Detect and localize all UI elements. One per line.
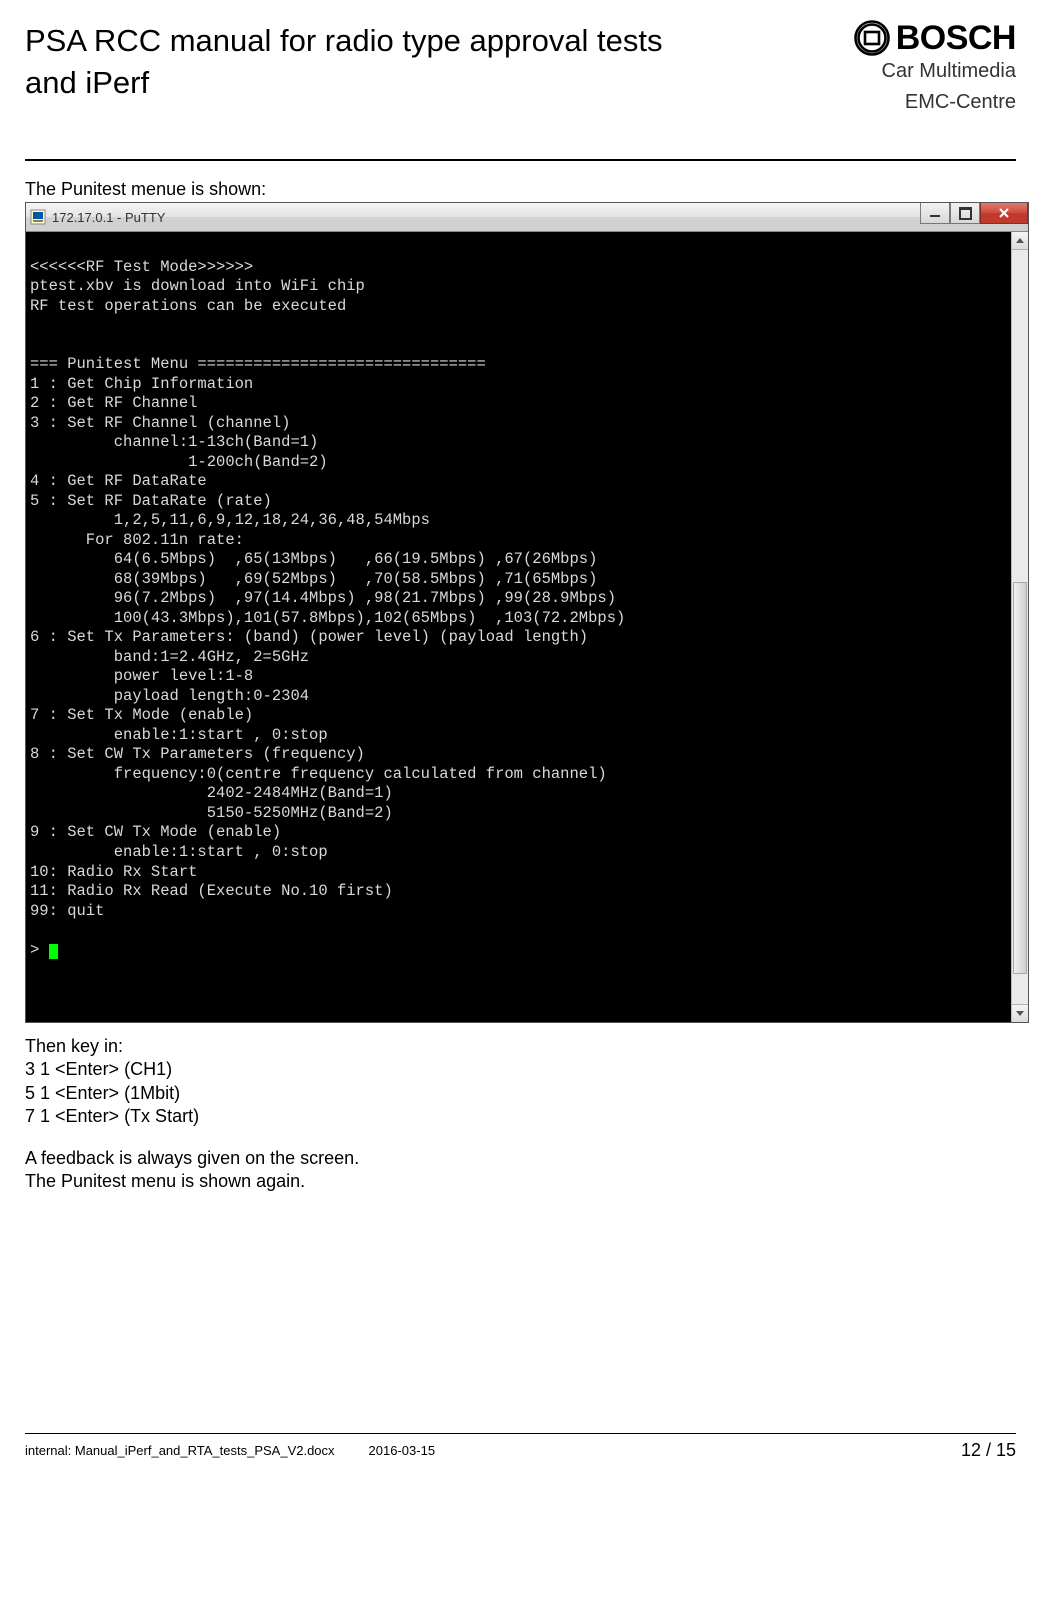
footer-date: 2016-03-15: [369, 1443, 436, 1458]
terminal-cursor: [49, 944, 58, 959]
terminal-output[interactable]: <<<<<<RF Test Mode>>>>>> ptest.xbv is do…: [26, 232, 1011, 1022]
page-footer: internal: Manual_iPerf_and_RTA_tests_PSA…: [25, 1433, 1016, 1461]
putty-titlebar[interactable]: 172.17.0.1 - PuTTY: [26, 203, 1028, 232]
intro-line: The Punitest menue is shown:: [25, 179, 1016, 200]
blank-line: [25, 1129, 1016, 1147]
putty-title-text: 172.17.0.1 - PuTTY: [52, 210, 165, 225]
chevron-up-icon: [1016, 238, 1024, 243]
close-icon: [998, 207, 1010, 219]
scroll-down-button[interactable]: [1012, 1004, 1028, 1022]
brand-subtitle-1: Car Multimedia: [854, 60, 1016, 83]
bosch-anchor-icon: [854, 20, 890, 56]
close-button[interactable]: [980, 203, 1028, 224]
terminal-body: <<<<<<RF Test Mode>>>>>> ptest.xbv is do…: [26, 232, 1028, 1022]
bosch-logo: BOSCH: [854, 20, 1016, 56]
scroll-up-button[interactable]: [1012, 232, 1028, 250]
scroll-thumb[interactable]: [1013, 582, 1027, 974]
footer-filename: internal: Manual_iPerf_and_RTA_tests_PSA…: [25, 1443, 335, 1458]
instr-line: 7 1 <Enter> (Tx Start): [25, 1105, 1016, 1128]
bosch-wordmark: BOSCH: [896, 21, 1016, 55]
footer-separator: [25, 1433, 1016, 1434]
instr-line: Then key in:: [25, 1035, 1016, 1058]
window-controls: [920, 203, 1028, 224]
footer-left: internal: Manual_iPerf_and_RTA_tests_PSA…: [25, 1443, 435, 1458]
instr-line: 3 1 <Enter> (CH1): [25, 1058, 1016, 1081]
instr-line: The Punitest menu is shown again.: [25, 1170, 1016, 1193]
minimize-button[interactable]: [920, 203, 950, 224]
chevron-down-icon: [1016, 1011, 1024, 1016]
maximize-button[interactable]: [950, 203, 980, 224]
vertical-scrollbar[interactable]: [1011, 232, 1028, 1022]
scroll-track[interactable]: [1012, 250, 1028, 1004]
brand-block: BOSCH Car Multimedia EMC-Centre: [854, 20, 1016, 114]
instr-line: 5 1 <Enter> (1Mbit): [25, 1082, 1016, 1105]
putty-window: 172.17.0.1 - PuTTY <<<<<<RF Test Mode>>>…: [25, 202, 1029, 1023]
footer-page-number: 12 / 15: [961, 1440, 1016, 1461]
document-title: PSA RCC manual for radio type approval t…: [25, 20, 665, 104]
page-header: PSA RCC manual for radio type approval t…: [25, 20, 1016, 114]
instr-line: A feedback is always given on the screen…: [25, 1147, 1016, 1170]
header-separator: [25, 159, 1016, 161]
instructions-block: Then key in: 3 1 <Enter> (CH1) 5 1 <Ente…: [25, 1035, 1016, 1193]
putty-icon: [30, 209, 46, 225]
brand-subtitle-2: EMC-Centre: [854, 91, 1016, 114]
